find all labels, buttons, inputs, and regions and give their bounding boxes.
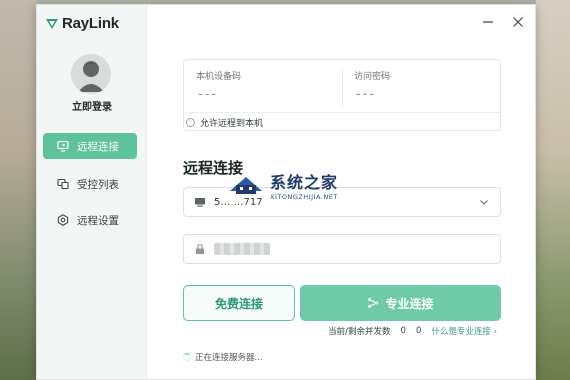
device-list-icon [57, 178, 69, 190]
concurrency-label: 当前/剩余并发数 [328, 327, 391, 337]
status-text: 正在连接服务器... [195, 353, 263, 363]
concurrency-current: 0 [400, 326, 406, 336]
settings-hex-icon [57, 214, 69, 226]
close-icon [513, 17, 523, 27]
login-link[interactable]: 立即登录 [37, 98, 147, 113]
raylink-window: RayLink 立即登录 远程连接 受控列表 远程设置 本机设备码 --- 访问… [36, 4, 536, 380]
allow-remote-row[interactable]: 允许远程到本机 [184, 112, 500, 131]
app-name: RayLink [62, 15, 119, 32]
allow-remote-label: 允许远程到本机 [200, 118, 264, 129]
pro-connect-info-label: 什么是专业连接 [431, 327, 491, 337]
concurrency-remaining: 0 [415, 326, 422, 336]
lock-icon [196, 243, 204, 254]
password-masked-value [214, 243, 270, 255]
user-avatar-icon [71, 54, 111, 94]
device-code-label: 本机设备码 [196, 72, 242, 82]
pro-connect-info-link[interactable]: 什么是专业连接 › [431, 325, 497, 337]
remote-monitor-icon [57, 140, 69, 152]
sidebar-item-label: 远程连接 [77, 140, 119, 153]
desktop-background-left [0, 0, 36, 380]
desktop-background-right [536, 0, 570, 380]
free-connect-button[interactable]: 免费连接 [183, 285, 295, 321]
pro-connect-button[interactable]: 专业连接 [300, 285, 501, 321]
chevron-down-icon[interactable] [478, 196, 490, 208]
allow-remote-radio[interactable] [186, 117, 195, 127]
loading-spinner-icon [183, 353, 191, 361]
concurrency-info: 当前/剩余并发数 0 0 什么是专业连接 › [328, 325, 497, 337]
device-info-card: 本机设备码 --- 访问密码 --- 允许远程到本机 [183, 59, 501, 131]
device-code-value: --- [198, 87, 219, 102]
connection-status: 正在连接服务器... [183, 351, 263, 363]
avatar[interactable] [71, 54, 111, 94]
watermark: 系统之家 XITONGZHIJIA.NET [226, 169, 338, 201]
watermark-cn: 系统之家 [270, 173, 339, 192]
sidebar-item-remote-settings[interactable]: 远程设置 [43, 207, 137, 233]
pro-connect-label: 专业连接 [385, 296, 434, 311]
raylink-logo-icon [46, 18, 58, 29]
close-button[interactable] [511, 15, 525, 29]
watermark-en: XITONGZHIJIA.NET [270, 193, 338, 201]
access-password-label: 访问密码 [354, 72, 391, 82]
minimize-button[interactable] [481, 15, 495, 29]
password-input[interactable] [183, 234, 501, 264]
app-logo: RayLink [45, 15, 119, 32]
access-password-value: --- [356, 87, 377, 102]
minimize-icon [483, 21, 493, 23]
sidebar-item-remote-connect[interactable]: 远程连接 [43, 133, 137, 159]
watermark-logo-icon [230, 177, 262, 194]
share-nodes-icon [368, 298, 379, 308]
free-connect-label: 免费连接 [214, 296, 263, 311]
sidebar-item-label: 远程设置 [77, 214, 119, 227]
divider [342, 70, 343, 106]
sidebar: RayLink 立即登录 远程连接 受控列表 远程设置 [37, 5, 147, 379]
sidebar-item-label: 受控列表 [77, 178, 119, 191]
sidebar-item-controlled-list[interactable]: 受控列表 [43, 171, 137, 197]
monitor-icon [195, 198, 205, 207]
window-controls [481, 15, 525, 29]
